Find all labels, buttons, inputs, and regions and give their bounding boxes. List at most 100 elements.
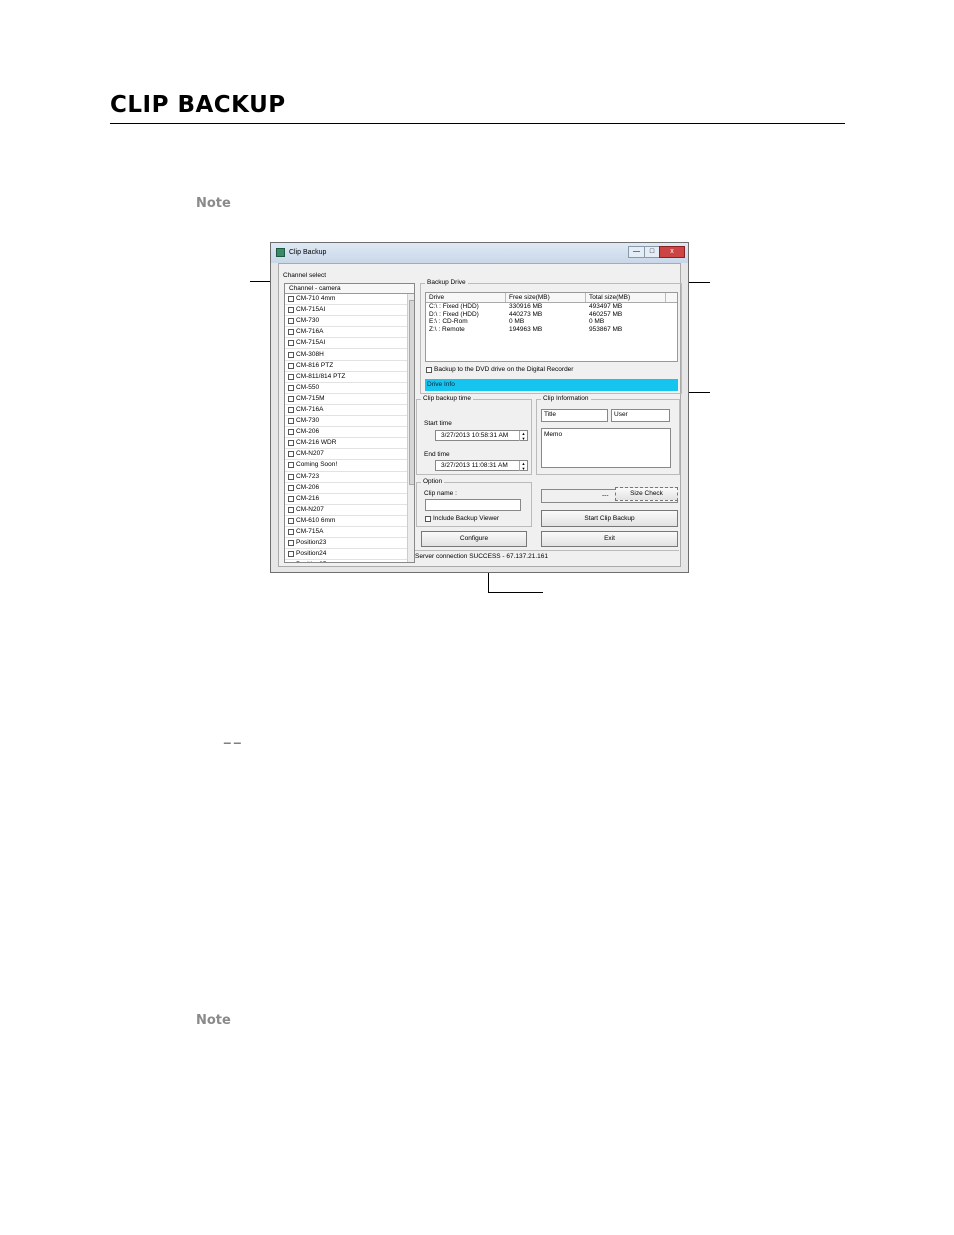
note-label-top: Note [196,196,231,211]
drive-table[interactable]: Drive Free size(MB) Total size(MB) C:\ :… [425,292,678,362]
channel-list-item[interactable]: CM-550 [285,383,414,394]
option-group: Option Clip name : Include Backup Viewer [416,478,532,527]
column-free-size[interactable]: Free size(MB) [506,293,586,302]
channel-list-item[interactable]: CM-715AI [285,338,414,350]
exit-button[interactable]: Exit [541,531,678,547]
size-check-button[interactable]: Size Check [615,487,678,501]
channel-checkbox[interactable] [288,562,294,563]
column-total-size[interactable]: Total size(MB) [586,293,666,302]
channel-checkbox[interactable] [288,517,294,524]
channel-checkbox[interactable] [288,451,294,458]
include-viewer-checkbox[interactable] [425,515,431,522]
drive-row[interactable]: C:\ : Fixed (HDD) 330916 MB 493497 MB [426,303,677,311]
channel-list-item[interactable]: CM-716A [285,405,414,417]
channel-checkbox[interactable] [288,307,294,314]
channel-checkbox[interactable] [288,351,294,358]
channel-checkbox[interactable] [288,340,294,347]
channel-checkbox[interactable] [288,329,294,336]
channel-list-item[interactable]: Position25 [285,560,414,563]
channel-list-item[interactable]: CM-716A [285,327,414,339]
channel-list-item[interactable]: CM-715M [285,394,414,405]
note-label-bottom: Note [196,1013,231,1028]
drive-row[interactable]: E:\ : CD-Rom 0 MB 0 MB [426,318,677,326]
start-clip-backup-button[interactable]: Start Clip Backup [541,510,678,527]
channel-list-item[interactable]: CM-715AI [285,305,414,317]
channel-label: CM-610 6mm [296,516,336,524]
channel-list-item[interactable]: CM-206 [285,483,414,494]
channel-checkbox[interactable] [288,373,294,380]
column-drive[interactable]: Drive [426,293,506,302]
end-time-spinner[interactable]: ▲ ▼ [519,461,527,471]
channel-list-item[interactable]: CM-730 [285,316,414,328]
channel-list-item[interactable]: CM-730 [285,416,414,428]
channel-list-item[interactable]: CM-206 [285,427,414,439]
start-time-spinner[interactable]: ▲ ▼ [519,431,527,441]
channel-list-item[interactable]: CM-710 4mm [285,294,414,306]
channel-checkbox[interactable] [288,540,294,547]
clip-name-input[interactable] [425,499,521,511]
channel-list-header[interactable]: Channel - camera [285,284,414,294]
channel-checkbox[interactable] [288,495,294,502]
start-time-picker[interactable]: 3/27/2013 10:58:31 AM ▲ ▼ [435,430,528,441]
channel-checkbox[interactable] [288,395,294,402]
drive-cell: E:\ : CD-Rom [429,318,468,326]
channel-checkbox[interactable] [288,362,294,369]
channel-checkbox[interactable] [288,418,294,425]
channel-list-item[interactable]: CM-N207 [285,505,414,516]
channel-list-item[interactable]: CM-723 [285,472,414,483]
include-viewer-option[interactable]: Include Backup Viewer [425,515,499,522]
channel-checkbox[interactable] [288,384,294,391]
window-titlebar[interactable]: Clip Backup — □ x [271,243,688,263]
channel-checkbox[interactable] [288,529,294,536]
channel-list-item[interactable]: CM-216 WDR [285,438,414,450]
drive-row[interactable]: Z:\ : Remote 194963 MB 953867 MB [426,326,677,334]
channel-list[interactable]: Channel - camera CM-710 4mm CM-715AI CM-73… [284,283,415,563]
drive-cell: 194963 MB [509,326,543,334]
channel-list-item[interactable]: Position23 [285,538,414,550]
channel-scrollbar[interactable] [407,294,414,562]
channel-checkbox[interactable] [288,318,294,325]
channel-checkbox[interactable] [288,484,294,491]
channel-checkbox[interactable] [288,296,294,303]
page-title: CLIP BACKUP [110,92,286,118]
minimize-button[interactable]: — [628,246,645,258]
maximize-button[interactable]: □ [644,246,660,258]
channel-checkbox[interactable] [288,473,294,480]
drive-cell: 0 MB [589,318,605,326]
dvd-backup-checkbox[interactable] [426,366,432,373]
channel-list-item[interactable]: CM-811/814 PTZ [285,372,414,383]
configure-button[interactable]: Configure [421,531,527,547]
channel-list-item[interactable]: Position24 [285,549,414,561]
dvd-backup-label: Backup to the DVD drive on the Digital R… [434,366,574,373]
channel-checkbox[interactable] [288,429,294,436]
channel-label: CM-715A [296,528,324,536]
channel-list-item[interactable]: CM-715A [285,527,414,539]
channel-label: CM-216 WDR [296,439,337,447]
user-input[interactable]: User [611,409,670,422]
channel-checkbox[interactable] [288,551,294,558]
channel-label: CM-N207 [296,450,324,458]
channel-list-item[interactable]: CM-N207 [285,449,414,461]
channel-checkbox[interactable] [288,462,294,469]
channel-list-item[interactable]: CM-308H [285,349,414,361]
scrollbar-thumb[interactable] [409,300,414,485]
close-button[interactable]: x [659,246,685,258]
dvd-backup-option[interactable]: Backup to the DVD drive on the Digital R… [426,366,573,373]
channel-list-item[interactable]: Coming Soon! [285,460,414,472]
option-label: Option [421,478,445,485]
channel-list-item[interactable]: CM-216 [285,494,414,505]
channel-checkbox[interactable] [288,440,294,447]
backup-drive-group: Backup Drive Drive Free size(MB) Total s… [420,279,682,394]
status-text: Server connection SUCCESS - 67.137.21.16… [415,553,548,560]
end-time-value: 3/27/2013 11:08:31 AM [441,462,508,469]
channel-checkbox[interactable] [288,506,294,513]
memo-input[interactable]: Memo [541,428,671,468]
channel-label: CM-206 [296,483,320,491]
channel-list-item[interactable]: CM-610 6mm [285,516,414,527]
drive-cell: D:\ : Fixed (HDD) [429,310,479,318]
drive-row[interactable]: D:\ : Fixed (HDD) 440273 MB 460257 MB [426,311,677,319]
title-input[interactable]: Title [541,409,608,422]
end-time-picker[interactable]: 3/27/2013 11:08:31 AM ▲ ▼ [435,460,528,471]
channel-list-item[interactable]: CM-816 PTZ [285,361,414,372]
channel-checkbox[interactable] [288,406,294,413]
